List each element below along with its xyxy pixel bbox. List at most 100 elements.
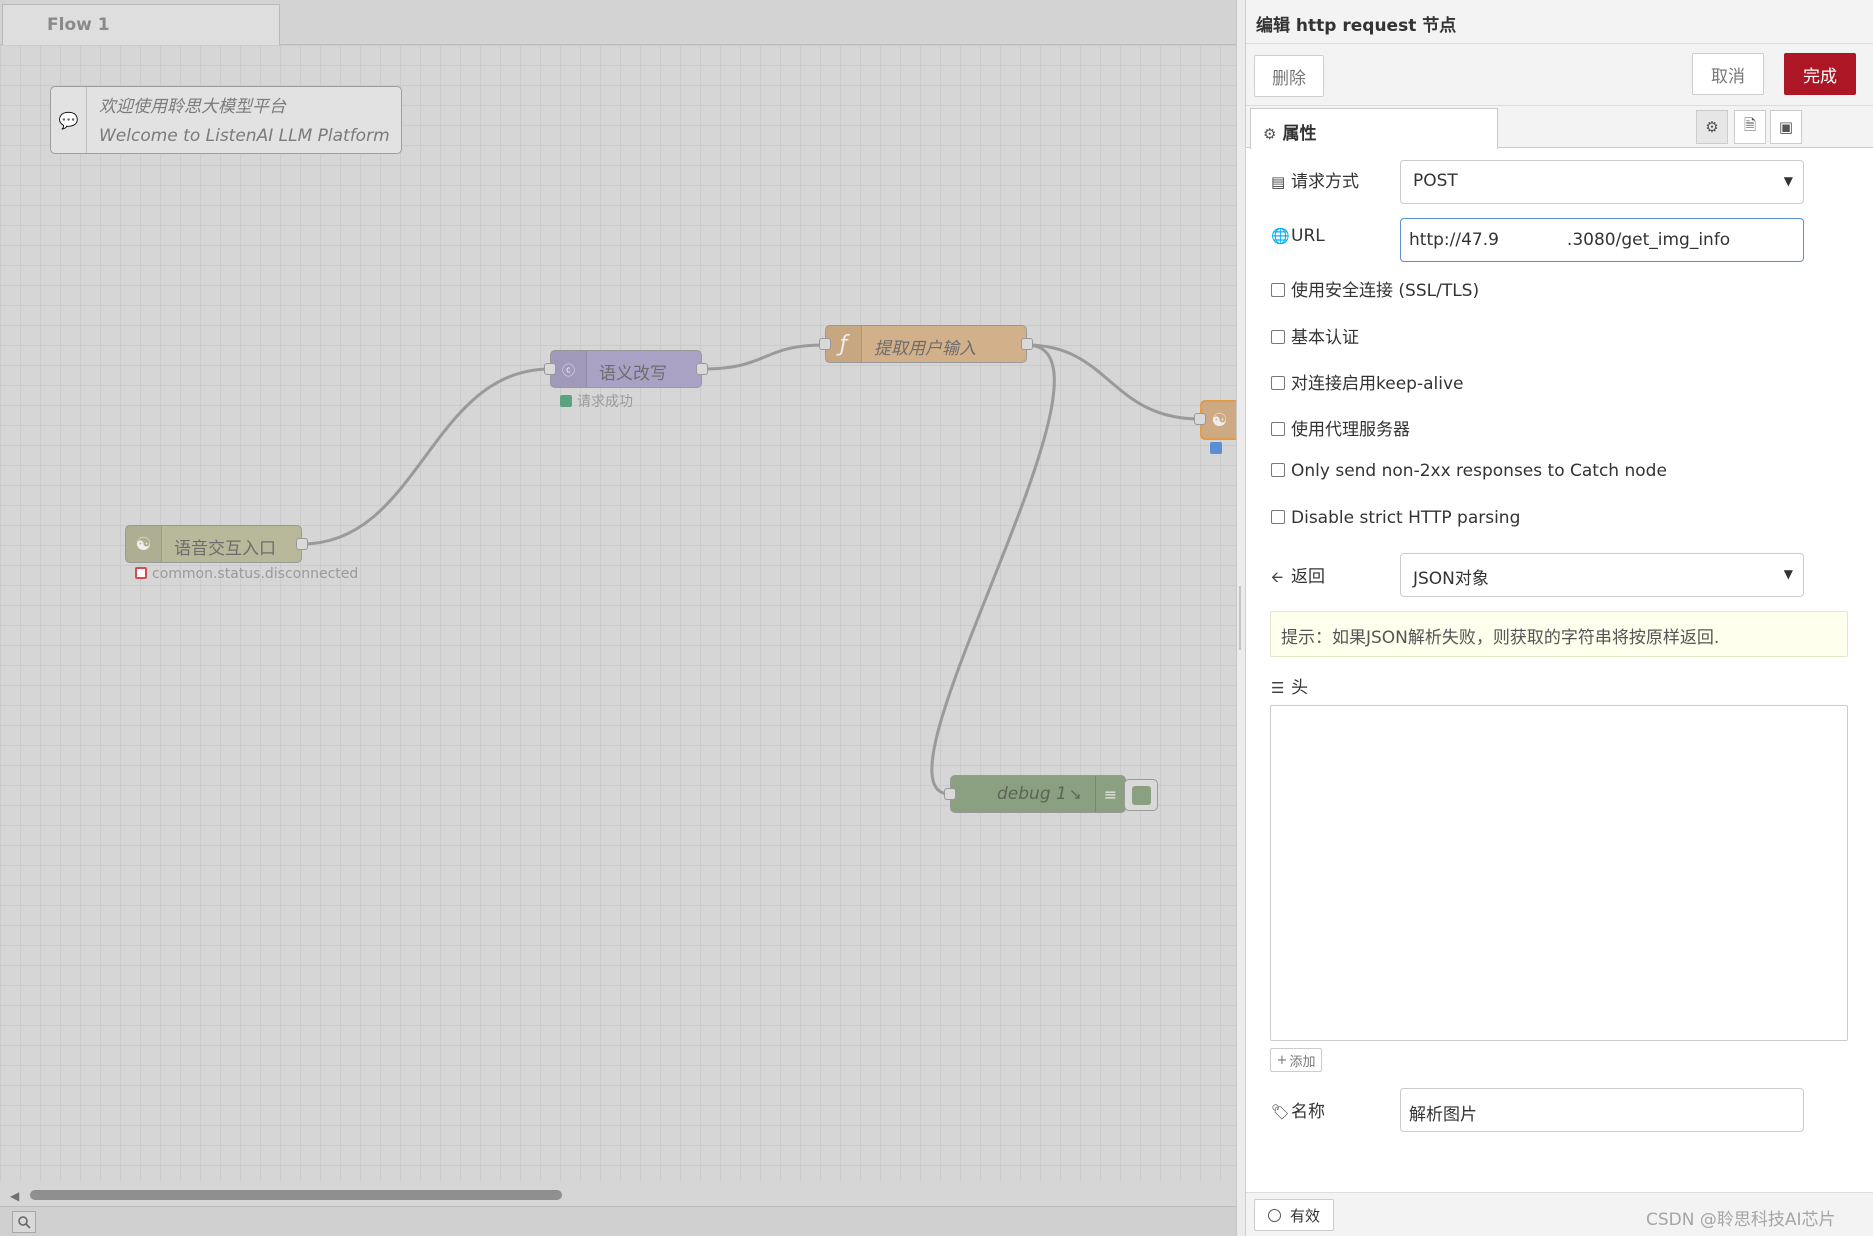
globe-icon: ☯: [1202, 402, 1236, 438]
tasks-icon: ▤: [1271, 173, 1286, 191]
node-debug[interactable]: debug 1 ↘ ≡: [944, 775, 1126, 813]
method-select[interactable]: POST ▼: [1400, 160, 1804, 204]
node-status: 请求成功: [560, 391, 633, 411]
checkbox-box[interactable]: [1271, 283, 1285, 297]
input-port[interactable]: [544, 363, 556, 375]
name-input[interactable]: 解析图片: [1400, 1088, 1804, 1132]
chevron-down-icon: ▼: [1783, 567, 1793, 581]
input-port[interactable]: [944, 788, 956, 800]
output-port[interactable]: [296, 538, 308, 550]
flow-workspace: Flow 1 💬 欢迎使用聆思大模型平台 Welcome to ListenAI…: [0, 0, 1236, 1236]
splitter-grip[interactable]: [1239, 586, 1243, 650]
flow-tab-bar: Flow 1: [0, 0, 1236, 46]
keepalive-checkbox[interactable]: 对连接启用keep-alive: [1271, 369, 1463, 394]
checkbox-label: 使用代理服务器: [1291, 420, 1410, 440]
flow-tab[interactable]: Flow 1: [2, 4, 280, 46]
comment-text: 欢迎使用聆思大模型平台 Welcome to ListenAI LLM Plat…: [99, 93, 390, 151]
output-port[interactable]: [696, 363, 708, 375]
cancel-button[interactable]: 取消: [1692, 53, 1764, 95]
basic-auth-checkbox[interactable]: 基本认证: [1271, 323, 1359, 348]
appearance-icon[interactable]: ▣: [1770, 110, 1802, 144]
return-value: JSON对象: [1413, 569, 1489, 589]
comment-node[interactable]: 💬 欢迎使用聆思大模型平台 Welcome to ListenAI LLM Pl…: [50, 86, 402, 154]
wire-voice-to-rewrite: [301, 367, 551, 546]
return-select[interactable]: JSON对象 ▼: [1400, 553, 1804, 597]
checkbox-box[interactable]: [1271, 422, 1285, 436]
list-icon: ☰: [1271, 679, 1285, 697]
function-icon: ƒ: [826, 326, 862, 362]
globe-icon: 🌐: [1271, 227, 1290, 245]
enabled-toggle[interactable]: 有效: [1254, 1199, 1334, 1231]
wire-rewrite-to-extract: [701, 343, 826, 371]
enabled-label: 有效: [1289, 1206, 1320, 1225]
node-status: common.status.disconnected: [135, 566, 358, 582]
url-label-text: URL: [1291, 226, 1325, 246]
plus-icon: +: [1276, 1052, 1288, 1068]
ssl-checkbox[interactable]: 使用安全连接 (SSL/TLS): [1271, 276, 1479, 301]
debug-toggle-button[interactable]: [1124, 779, 1158, 811]
scroll-left-icon[interactable]: ◀: [10, 1189, 19, 1203]
description-icon[interactable]: 🗎: [1734, 110, 1766, 144]
status-text: common.status.disconnected: [152, 566, 359, 582]
input-port[interactable]: [819, 338, 831, 350]
name-label: 🏷名称: [1271, 1097, 1325, 1122]
status-dot: [1210, 442, 1222, 454]
panel-splitter[interactable]: [1236, 0, 1245, 1236]
comment-icon: 💬: [51, 87, 87, 153]
delete-button[interactable]: 删除: [1254, 55, 1324, 97]
arrow-left-icon: 🡨: [1271, 568, 1284, 586]
checkbox-box[interactable]: [1271, 510, 1285, 524]
watermark: CSDN @聆思科技AI芯片: [1646, 1210, 1836, 1230]
method-label: ▤ 请求方式: [1271, 167, 1359, 192]
checkbox-box[interactable]: [1271, 376, 1285, 390]
return-label: 🡨 返回: [1271, 562, 1325, 592]
comment-line1: 欢迎使用聆思大模型平台: [99, 97, 286, 117]
headers-list[interactable]: [1270, 705, 1848, 1041]
node-label: 语音交互入口: [174, 539, 276, 559]
name-label-text: 名称: [1291, 1102, 1325, 1122]
strict-parsing-checkbox[interactable]: Disable strict HTTP parsing: [1271, 508, 1520, 528]
checkbox-label: Only send non-2xx responses to Catch nod…: [1291, 461, 1667, 481]
chevron-down-icon: ▼: [1783, 174, 1793, 188]
output-port[interactable]: [1021, 338, 1033, 350]
url-label: 🌐URL: [1271, 226, 1325, 246]
node-status: [1210, 441, 1227, 457]
panel-footer: 有效 CSDN @聆思科技AI芯片: [1246, 1192, 1873, 1236]
websocket-icon: ☯: [126, 526, 162, 562]
edit-panel: 编辑 http request 节点 删除 取消 完成 ⚙ 属性 ⚙ 🗎 ▣ ▤ 请…: [1245, 0, 1873, 1236]
headers-label-text: 头: [1291, 678, 1308, 698]
url-input[interactable]: http://47.9 .3080/get_img_info: [1400, 218, 1804, 262]
node-label: 提取用户输入: [874, 339, 976, 359]
settings-gear-icon[interactable]: ⚙: [1696, 110, 1728, 144]
node-label: debug 1: [997, 784, 1067, 804]
tab-properties-label: 属性: [1282, 124, 1317, 144]
status-text: 请求成功: [577, 394, 633, 410]
flow-canvas[interactable]: 💬 欢迎使用聆思大模型平台 Welcome to ListenAI LLM Pl…: [0, 45, 1236, 1195]
headers-label: ☰ 头: [1271, 673, 1308, 698]
node-voice-entry[interactable]: ☯ 语音交互入口: [125, 525, 308, 563]
debug-list-icon: ≡: [1095, 776, 1125, 812]
non2xx-checkbox[interactable]: Only send non-2xx responses to Catch nod…: [1271, 461, 1667, 481]
add-button-label: 添加: [1289, 1054, 1316, 1070]
panel-toolbar: 删除 取消 完成: [1246, 44, 1873, 106]
search-icon[interactable]: [12, 1211, 36, 1233]
status-dot: [135, 567, 147, 579]
node-extract-input[interactable]: ƒ 提取用户输入: [819, 325, 1033, 363]
node-label: 语义改写: [599, 364, 667, 384]
wires: [301, 343, 1201, 796]
add-header-button[interactable]: + 添加: [1270, 1048, 1322, 1072]
checkbox-label: 基本认证: [1291, 328, 1359, 348]
checkbox-box[interactable]: [1271, 463, 1285, 477]
proxy-checkbox[interactable]: 使用代理服务器: [1271, 415, 1410, 440]
tip-box: 提示：如果JSON解析失败，则获取的字符串将按原样返回.: [1270, 611, 1848, 657]
node-http-request-selected[interactable]: ☯: [1194, 400, 1236, 440]
scrollbar-thumb[interactable]: [30, 1190, 562, 1200]
node-rewrite[interactable]: ⓒ 语义改写: [544, 350, 708, 388]
tab-properties[interactable]: ⚙ 属性: [1250, 108, 1498, 149]
input-port[interactable]: [1194, 413, 1206, 425]
workspace-footer: [0, 1206, 1236, 1236]
status-dot: [560, 395, 572, 407]
panel-title: 编辑 http request 节点: [1246, 0, 1873, 44]
checkbox-box[interactable]: [1271, 330, 1285, 344]
done-button[interactable]: 完成: [1784, 53, 1856, 95]
